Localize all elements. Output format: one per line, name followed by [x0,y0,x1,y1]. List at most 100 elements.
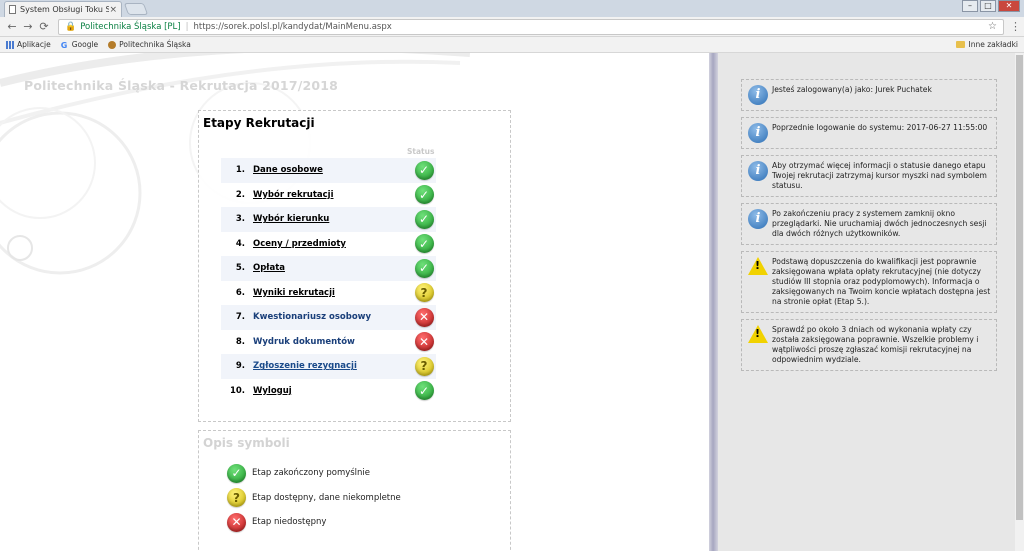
google-icon: G [60,40,68,50]
new-tab-button[interactable] [123,3,149,15]
apps-icon [6,40,14,49]
warning-message: ! Podstawą dopuszczenia do kwalifikacji … [741,251,997,313]
status-ok-icon[interactable]: ✓ [414,185,434,205]
step-row: 6. Wyniki rekrutacji ? [221,281,436,306]
legend-item: ✓ Etap zakończony pomyślnie [227,461,401,486]
info-sidebar: i Jesteś zalogowany(a) jako: Jurek Pucha… [718,53,1024,551]
step-link-rezygnacja[interactable]: Zgłoszenie rezygnacji [253,361,412,371]
tab-close-icon[interactable]: × [109,5,117,15]
message-text: Sprawdź po około 3 dniach od wykonania w… [772,325,979,364]
info-icon: i [748,209,768,229]
messages-list: i Jesteś zalogowany(a) jako: Jurek Pucha… [741,79,997,377]
step-number: 7. [235,312,245,323]
step-link-wyniki[interactable]: Wyniki rekrutacji [253,288,412,298]
step-row: 9. Zgłoszenie rezygnacji ? [221,354,436,379]
step-number: 3. [235,214,245,225]
step-row: 2. Wybór rekrutacji ✓ [221,183,436,208]
info-icon: i [748,123,768,143]
status-unavailable-icon[interactable]: ✕ [414,332,434,352]
scrollbar-thumb[interactable] [1016,55,1023,520]
window-close-icon[interactable]: ✕ [998,0,1020,12]
other-bookmarks[interactable]: Inne zakładki [956,40,1018,49]
status-ok-icon[interactable]: ✓ [414,209,434,229]
step-row: 5. Opłata ✓ [221,256,436,281]
bookmark-google[interactable]: G Google [60,40,99,50]
page-content: Politechnika Śląska - Rekrutacja 2017/20… [0,53,1024,551]
info-icon: i [748,85,768,105]
step-link-oceny[interactable]: Oceny / przedmioty [253,239,412,249]
address-bar: ← → ⟳ 🔒 Politechnika Śląska [PL] | https… [0,17,1024,37]
legend-item: ✕ Etap niedostępny [227,510,401,535]
legend-label: Etap dostępny, dane niekompletne [252,492,401,503]
status-ok-icon[interactable]: ✓ [414,258,434,278]
bookmark-star-icon[interactable]: ☆ [988,21,997,32]
step-number: 10. [229,385,245,396]
window-controls: – □ ✕ [962,0,1020,12]
main-panel: Politechnika Śląska - Rekrutacja 2017/20… [0,53,709,551]
step-link-dane-osobowe[interactable]: Dane osobowe [253,165,412,175]
status-unavailable-icon: ✕ [227,512,246,532]
scrollbar[interactable] [1015,53,1024,551]
site-identity: Politechnika Śląska [PL] [80,21,181,32]
status-warning-icon[interactable]: ? [414,356,434,376]
info-icon: i [748,161,768,181]
status-unavailable-icon[interactable]: ✕ [414,307,434,327]
warning-icon: ! [748,257,768,275]
legend-label: Etap niedostępny [252,517,327,528]
minimize-icon[interactable]: – [962,0,978,12]
maximize-icon[interactable]: □ [980,0,996,12]
url-text: https://sorek.polsl.pl/kandydat/MainMenu… [193,21,392,32]
step-row: 10. Wyloguj ✓ [221,379,436,404]
forward-icon[interactable]: → [20,20,36,33]
step-label-kwestionariusz: Kwestionariusz osobowy [253,312,372,323]
step-row: 7. Kwestionariusz osobowy ✕ [221,305,436,330]
status-ok-icon[interactable]: ✓ [414,381,434,401]
bookmark-label: Google [71,40,99,49]
step-number: 4. [235,238,245,249]
legend-label: Etap zakończony pomyślnie [252,468,371,479]
browser-tab[interactable]: System Obsługi Toku Stu × [4,1,122,17]
status-ok-icon[interactable]: ✓ [414,160,434,180]
steps-heading: Etapy Rekrutacji [203,116,315,130]
back-icon[interactable]: ← [4,20,20,33]
status-ok-icon[interactable]: ✓ [414,234,434,254]
step-link-oplata[interactable]: Opłata [253,263,412,273]
reload-icon[interactable]: ⟳ [36,20,52,33]
browser-menu-icon[interactable]: ⋮ [1010,20,1021,33]
step-row: 1. Dane osobowe ✓ [221,158,436,183]
warning-icon: ! [748,325,768,343]
legend-item: ? Etap dostępny, dane niekompletne [227,486,401,511]
message-text: Po zakończeniu pracy z systemem zamknij … [772,209,987,238]
status-warning-icon[interactable]: ? [414,283,434,303]
tab-bar: System Obsługi Toku Stu × – □ ✕ [0,0,1024,17]
step-row: 4. Oceny / przedmioty ✓ [221,232,436,257]
message-text: Podstawą dopuszczenia do kwalifikacji je… [772,257,991,306]
status-warning-icon: ? [227,488,246,508]
step-number: 2. [235,189,245,200]
step-link-wybor-kierunku[interactable]: Wybór kierunku [253,214,412,224]
message-text: Poprzednie logowanie do systemu: 2017-06… [772,123,988,132]
page-title: Politechnika Śląska - Rekrutacja 2017/20… [24,78,339,93]
step-label-wydruk: Wydruk dokumentów [253,336,355,347]
step-row: 3. Wybór kierunku ✓ [221,207,436,232]
url-field[interactable]: 🔒 Politechnika Śląska [PL] | https://sor… [58,18,1004,35]
url-separator: | [185,21,189,32]
legend-panel: Opis symboli ✓ Etap zakończony pomyślnie… [198,430,511,551]
step-row: 8. Wydruk dokumentów ✕ [221,330,436,355]
bookmarks-bar: Aplikacje G Google Politechnika Śląska I… [0,37,1024,53]
status-ok-icon: ✓ [227,463,246,483]
steps-panel: Etapy Rekrutacji Status 1. Dane osobowe … [198,110,511,422]
info-message: i Po zakończeniu pracy z systemem zamkni… [741,203,997,245]
step-number: 9. [235,361,245,372]
status-column-header: Status [407,147,435,156]
info-message: i Poprzednie logowanie do systemu: 2017-… [741,117,997,149]
step-link-wybor-rekrutacji[interactable]: Wybór rekrutacji [253,190,412,200]
steps-list: 1. Dane osobowe ✓ 2. Wybór rekrutacji ✓ … [221,158,436,403]
bookmark-polsl[interactable]: Politechnika Śląska [108,40,191,49]
message-text: Jesteś zalogowany(a) jako: Jurek Puchate… [772,85,932,94]
message-text: Aby otrzymać więcej informacji o statusi… [772,161,987,190]
step-number: 1. [235,165,245,176]
bookmark-apps[interactable]: Aplikacje [6,40,51,49]
step-link-wyloguj[interactable]: Wyloguj [253,386,412,396]
bookmark-label: Politechnika Śląska [119,40,191,49]
